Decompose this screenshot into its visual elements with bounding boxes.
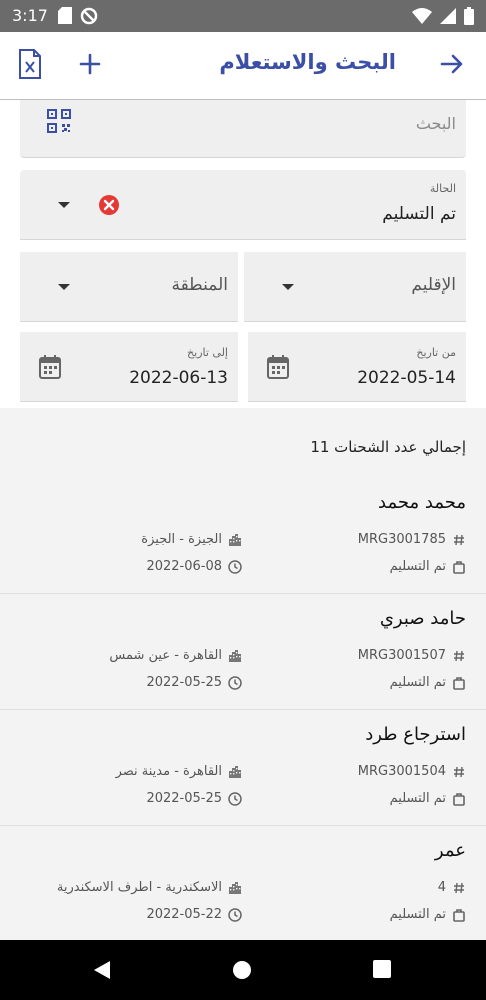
package-icon — [452, 792, 466, 806]
from-date-field[interactable]: من تاريخ 2022-05-14 — [248, 332, 466, 402]
shipment-state-text: تم التسليم — [389, 791, 446, 806]
shipment-code-text: MRG3001785 — [357, 532, 446, 547]
shipment-card[interactable]: عمر 4 تم التسليم الاسكندرية - اطرف الاسك… — [0, 826, 486, 942]
hash-icon — [452, 649, 466, 663]
blocked-icon — [80, 7, 98, 25]
shipment-code: MRG3001785 — [358, 532, 466, 547]
shipment-recipient-name: حامد صبري — [379, 608, 466, 629]
status-bar: 3:17 — [0, 0, 486, 32]
shipment-date-text: 2022-06-08 — [146, 559, 222, 574]
area-select[interactable]: المنطقة — [20, 252, 238, 322]
app-bar: البحث والاستعلام — [0, 32, 486, 100]
clock-icon — [228, 907, 242, 922]
shipment-date-text: 2022-05-25 — [146, 791, 222, 806]
back-button[interactable] — [438, 50, 466, 78]
city-icon — [228, 765, 242, 779]
shipment-state: تم التسليم — [390, 559, 466, 574]
shipment-location-text: الاسكندرية - اطرف الاسكندرية — [56, 880, 222, 895]
shipment-date: 2022-06-08 — [146, 559, 242, 574]
to-date-value: 2022-06-13 — [129, 368, 228, 388]
package-icon — [452, 908, 466, 922]
add-button[interactable] — [76, 50, 104, 78]
system-nav-bar — [0, 940, 486, 1000]
from-date-label: من تاريخ — [416, 346, 456, 359]
shipment-date-text: 2022-05-22 — [146, 907, 222, 922]
shipment-recipient-name: عمر — [434, 840, 466, 861]
hash-icon — [452, 881, 466, 895]
shipment-date: 2022-05-25 — [146, 791, 242, 806]
shipment-location-text: الجيزة - الجيزة — [141, 532, 222, 547]
shipment-state-text: تم التسليم — [389, 675, 446, 690]
status-label: الحالة — [429, 182, 456, 195]
hash-icon — [452, 533, 466, 547]
status-value: تم التسليم — [382, 204, 456, 224]
status-select[interactable]: الحالة تم التسليم — [20, 170, 466, 240]
qr-scan-icon[interactable] — [46, 108, 72, 138]
shipment-location: الاسكندرية - اطرف الاسكندرية — [57, 880, 242, 895]
shipment-code-text: 4 — [437, 880, 446, 895]
city-icon — [228, 649, 242, 663]
shipment-card[interactable]: حامد صبري MRG3001507 تم التسليم القاهرة … — [0, 594, 486, 710]
to-date-field[interactable]: إلى تاريخ 2022-06-13 — [20, 332, 238, 402]
shipment-card[interactable]: استرجاع طرد MRG3001504 تم التسليم القاهر… — [0, 710, 486, 826]
package-icon — [452, 560, 466, 574]
shipment-location-text: القاهرة - عين شمس — [109, 648, 222, 663]
shipment-recipient-name: استرجاع طرد — [365, 724, 466, 745]
shipment-code-text: MRG3001507 — [357, 648, 446, 663]
nav-home-icon[interactable] — [232, 960, 252, 984]
from-date-value: 2022-05-14 — [357, 368, 456, 388]
battery-icon — [464, 7, 474, 25]
shipment-code: 4 — [438, 880, 466, 895]
shipment-code-text: MRG3001504 — [357, 764, 446, 779]
plus-icon — [79, 53, 101, 75]
shipment-location: القاهرة - مدينة نصر — [116, 764, 242, 779]
chevron-down-icon — [58, 202, 70, 208]
clock-icon — [228, 675, 242, 690]
excel-file-icon — [19, 49, 41, 79]
shipment-state: تم التسليم — [390, 675, 466, 690]
shipment-date-text: 2022-05-25 — [146, 675, 222, 690]
nav-recents-icon[interactable] — [373, 960, 391, 982]
page-title: البحث والاستعلام — [219, 50, 396, 74]
shipment-date: 2022-05-22 — [146, 907, 242, 922]
shipment-list: محمد محمد MRG3001785 تم التسليم الجيزة -… — [0, 478, 486, 942]
chevron-down-icon — [282, 284, 294, 290]
wifi-icon — [412, 8, 432, 24]
calendar-icon[interactable] — [266, 354, 290, 384]
shipments-total: إجمالي عدد الشحنات 11 — [310, 438, 466, 456]
shipment-location: الجيزة - الجيزة — [141, 532, 242, 547]
calendar-icon[interactable] — [38, 354, 62, 384]
region-select[interactable]: الإقليم — [244, 252, 466, 322]
shipment-state: تم التسليم — [390, 791, 466, 806]
shipment-state: تم التسليم — [390, 907, 466, 922]
to-date-label: إلى تاريخ — [187, 346, 228, 359]
shipment-state-text: تم التسليم — [389, 559, 446, 574]
area-placeholder: المنطقة — [171, 275, 228, 295]
search-placeholder: البحث — [415, 114, 456, 133]
shipment-code: MRG3001507 — [358, 648, 466, 663]
search-input[interactable]: البحث — [20, 100, 466, 158]
nav-back-icon[interactable] — [92, 960, 112, 984]
shipment-card[interactable]: محمد محمد MRG3001785 تم التسليم الجيزة -… — [0, 478, 486, 594]
status-time: 3:17 — [12, 6, 48, 25]
region-placeholder: الإقليم — [411, 275, 456, 295]
package-icon — [452, 676, 466, 690]
clock-icon — [228, 559, 242, 574]
city-icon — [228, 533, 242, 547]
shipment-recipient-name: محمد محمد — [378, 492, 466, 513]
shipment-code: MRG3001504 — [358, 764, 466, 779]
shipment-date: 2022-05-25 — [146, 675, 242, 690]
sd-card-icon — [58, 7, 72, 25]
clear-status-icon[interactable] — [98, 194, 120, 220]
signal-icon — [440, 8, 456, 24]
city-icon — [228, 881, 242, 895]
arrow-right-icon — [440, 54, 463, 74]
shipment-state-text: تم التسليم — [389, 907, 446, 922]
shipment-location: القاهرة - عين شمس — [109, 648, 242, 663]
clock-icon — [228, 791, 242, 806]
hash-icon — [452, 765, 466, 779]
shipment-location-text: القاهرة - مدينة نصر — [115, 764, 222, 779]
export-excel-button[interactable] — [16, 48, 44, 80]
chevron-down-icon — [58, 284, 70, 290]
